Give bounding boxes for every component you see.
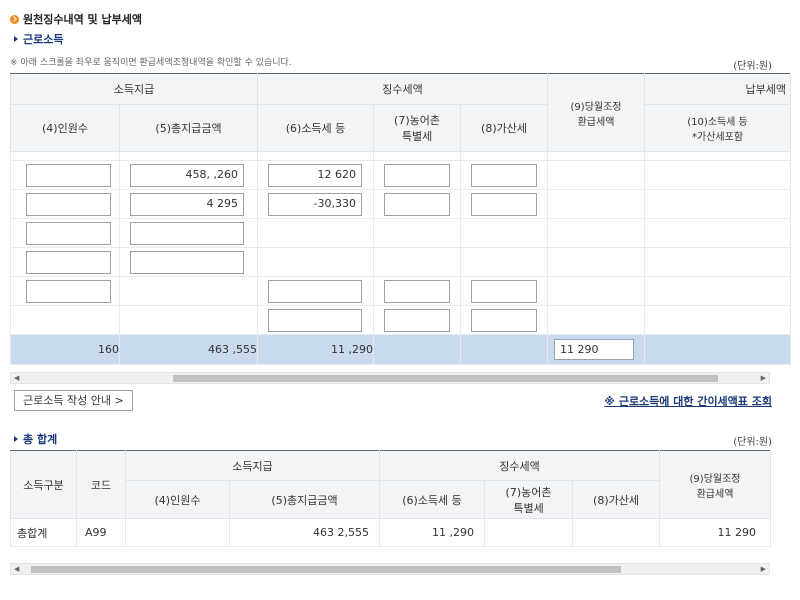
headcount-input-3[interactable] [26, 221, 111, 245]
rural-tax-input-5[interactable] [384, 279, 451, 303]
total-header-col6: (6)소득세 등 [379, 480, 486, 519]
total-row-headcount [125, 518, 230, 547]
header-withholding-tax: 징수세액 [257, 73, 549, 105]
total-row-type: 총합계 [10, 518, 77, 547]
sum-headcount: 160 [10, 334, 120, 365]
table-row [10, 276, 792, 306]
header-col6: (6)소득세 등 [257, 104, 375, 152]
unit-label: (단위:원) [733, 61, 772, 72]
total-table: 소득구분 코드 소득지급 징수세액 (9)당월조정 환급세액 (4)인원수 (5… [10, 450, 772, 547]
total-row-refund-adjust: 11 290 [659, 518, 772, 547]
income-tax-input-6[interactable] [268, 308, 363, 332]
section-title: 원천징수내역 및 납부세액 [10, 11, 142, 27]
total-header-col7: (7)농어촌 특별세 [484, 480, 574, 519]
total-row-code: A99 [76, 518, 126, 547]
header-refund-adjust: (9)당월조정 환급세액 [547, 73, 646, 152]
total-unit-label: (단위:원) [733, 437, 772, 448]
penalty-tax-input-6[interactable] [471, 308, 538, 332]
labor-income-title-text: 근로소득 [23, 33, 64, 46]
total-header-col8: (8)가산세 [572, 480, 661, 519]
scroll-left-icon[interactable]: ◀ [14, 374, 19, 382]
table-row [10, 218, 792, 248]
income-tax-input-1[interactable]: 12 620 [268, 163, 363, 187]
total-header-income-payment: 소득지급 [124, 450, 381, 481]
header-col5: (5)총지급금액 [118, 104, 259, 152]
headcount-input-1[interactable] [26, 163, 111, 187]
labor-income-table: 소득지급 징수세액 (9)당월조정 환급세액 납부세액 (4)인원수 (5)총지… [9, 73, 792, 365]
rural-tax-input-6[interactable] [384, 308, 451, 332]
arrow-icon [14, 36, 18, 42]
total-row-total-payment: 463 2,555 [228, 518, 381, 547]
horizontal-scrollbar[interactable]: ◀ ▶ [10, 372, 770, 384]
income-tax-input-5[interactable] [268, 279, 363, 303]
total-horizontal-scrollbar[interactable]: ◀ ▶ [10, 563, 770, 575]
header-payable-tax: 납부세액 [644, 73, 792, 105]
refund-adjust-input[interactable]: 11 290 [554, 339, 635, 360]
arrow-icon [14, 436, 18, 442]
labor-income-title: 근로소득 [14, 31, 63, 47]
total-header-refund-adjust: (9)당월조정 환급세액 [659, 450, 772, 519]
header-col7: (7)농어촌 특별세 [373, 104, 462, 152]
header-col10: (10)소득세 등 *가산세포함 [644, 104, 792, 152]
bullet-icon [10, 14, 19, 24]
scroll-note: ※ 아래 스크롤을 좌우로 움직이면 환급세액조정내역을 확인할 수 있습니다. [10, 58, 292, 68]
rural-tax-input-1[interactable] [384, 163, 451, 187]
scroll-right-icon[interactable]: ▶ [761, 374, 766, 382]
table-row: 458, ,260 12 620 [10, 160, 792, 190]
sum-income-tax: 11 ,290 [257, 334, 375, 365]
rural-tax-input-2[interactable] [384, 192, 451, 216]
total-row-penalty-tax [572, 518, 661, 547]
sum-total-payment: 463 ,555 [118, 334, 259, 365]
table-row [10, 305, 792, 335]
total-row-income-tax: 11 ,290 [379, 518, 486, 547]
total-header-code: 코드 [76, 450, 126, 519]
total-title-text: 총 합계 [23, 433, 58, 446]
penalty-tax-input-2[interactable] [471, 192, 538, 216]
scroll-thumb[interactable] [173, 375, 718, 382]
total-payment-input-4[interactable] [130, 250, 244, 274]
total-header-col4: (4)인원수 [125, 480, 230, 519]
header-col8: (8)가산세 [460, 104, 549, 152]
total-payment-input-3[interactable] [130, 221, 244, 245]
total-title: 총 합계 [14, 431, 57, 447]
penalty-tax-input-1[interactable] [471, 163, 538, 187]
total-header-col5: (5)총지급금액 [228, 480, 381, 519]
labor-guide-button[interactable]: 근로소득 작성 안내 > [14, 390, 133, 411]
headcount-input-5[interactable] [26, 279, 111, 303]
income-tax-input-2[interactable]: -30,330 [268, 192, 363, 216]
scroll-thumb[interactable] [31, 566, 621, 573]
headcount-input-4[interactable] [26, 250, 111, 274]
sum-row: 160 463 ,555 11 ,290 11 290 [10, 334, 792, 365]
total-payment-input-1[interactable]: 458, ,260 [130, 163, 244, 187]
table-row: 4 295 -30,330 [10, 189, 792, 219]
penalty-tax-input-5[interactable] [471, 279, 538, 303]
header-col4: (4)인원수 [10, 104, 120, 152]
total-payment-input-2[interactable]: 4 295 [130, 192, 244, 216]
scroll-left-icon[interactable]: ◀ [14, 565, 19, 573]
header-income-payment: 소득지급 [9, 73, 259, 105]
headcount-input-2[interactable] [26, 192, 111, 216]
total-row-rural-tax [484, 518, 574, 547]
section-title-text: 원천징수내역 및 납부세액 [23, 13, 142, 26]
table-row [10, 247, 792, 277]
scroll-right-icon[interactable]: ▶ [761, 565, 766, 573]
total-header-withholding-tax: 징수세액 [379, 450, 661, 481]
total-header-income-type: 소득구분 [10, 450, 77, 519]
simple-tax-table-link[interactable]: ※ 근로소득에 대한 간이세액표 조회 [604, 393, 772, 409]
table-row: 총합계 A99 463 2,555 11 ,290 11 290 [10, 518, 772, 547]
